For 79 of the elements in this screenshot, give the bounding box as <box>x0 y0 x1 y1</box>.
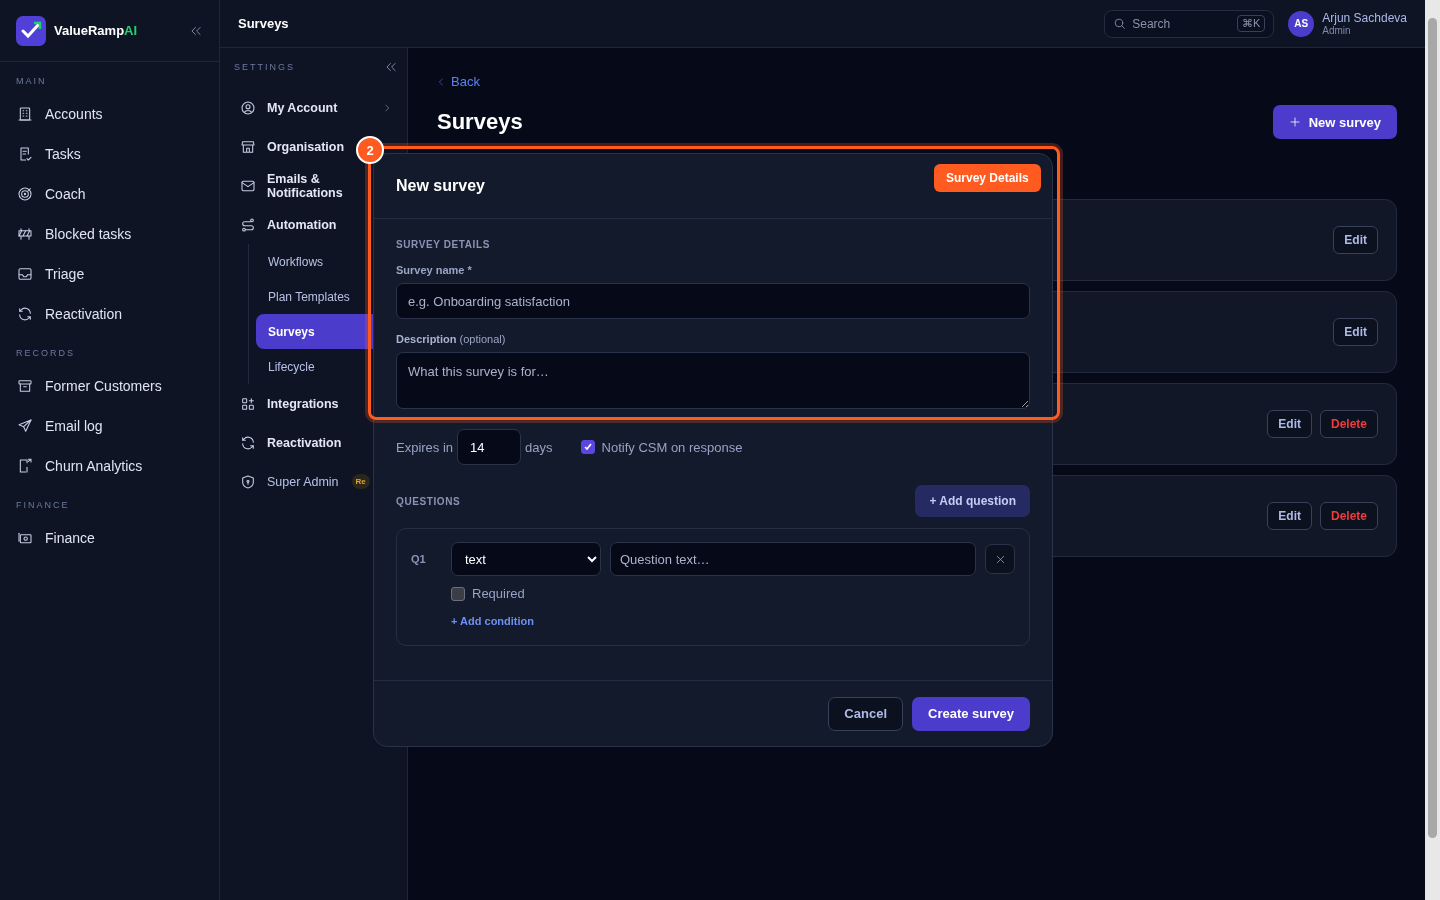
shortcut-key: ⌘K <box>1236 15 1266 32</box>
edit-button[interactable]: Edit <box>1333 226 1378 254</box>
callout-label: Survey Details <box>934 164 1041 192</box>
checkbox-label: Required <box>472 586 525 601</box>
sidebar-item[interactable]: Tasks <box>0 134 219 174</box>
send-icon <box>17 418 33 434</box>
close-icon <box>994 553 1006 565</box>
delete-button[interactable]: Delete <box>1319 502 1378 530</box>
search-icon <box>1113 17 1127 30</box>
input-field[interactable]: e.g. Onboarding satisfaction <box>396 283 1030 319</box>
roadblock-icon <box>17 226 33 242</box>
add-question-button[interactable]: + Add question <box>915 485 1030 517</box>
edit-button[interactable]: Edit <box>1333 318 1378 346</box>
field-label: Expires in <box>396 439 454 455</box>
building-icon <box>17 106 33 122</box>
chevron-left-icon <box>437 77 445 86</box>
apps-plus-icon <box>240 395 256 412</box>
section-label: SURVEY DETAILS <box>396 239 491 250</box>
clipboard-check-icon <box>17 146 33 162</box>
collapse-icon[interactable] <box>384 60 398 74</box>
shield-icon <box>240 473 256 490</box>
create-survey-button[interactable]: Create survey <box>912 696 1030 731</box>
edit-button[interactable]: Edit <box>1267 410 1312 438</box>
user-role: Admin <box>1322 25 1352 36</box>
user-circle-icon <box>240 99 256 116</box>
sidebar-item[interactable]: Finance <box>0 518 219 558</box>
settings-item[interactable]: My Account <box>234 88 398 127</box>
settings-item[interactable]: Integrations <box>234 384 398 423</box>
archive-icon <box>17 378 33 394</box>
sidebar-item[interactable]: Email log <box>0 406 219 446</box>
brand-name: ValueRampAI <box>54 23 139 38</box>
refresh-icon <box>17 306 33 322</box>
checkbox-label: Notify CSM on response <box>601 439 743 455</box>
edit-button[interactable]: Edit <box>1267 502 1312 530</box>
sidebar-item[interactable]: Triage <box>0 254 219 294</box>
scrollbar[interactable] <box>1425 0 1440 900</box>
settings-item[interactable]: Reactivation <box>234 423 398 462</box>
refresh-icon <box>240 434 256 451</box>
sidebar-item[interactable]: Reactivation <box>0 294 219 334</box>
avatar[interactable]: AS <box>1288 10 1315 37</box>
field-label: Survey name * <box>396 264 473 276</box>
user-name: Arjun Sachdeva <box>1322 11 1407 25</box>
sidebar-item[interactable]: Blocked tasks <box>0 214 219 254</box>
door-exit-icon <box>17 458 33 474</box>
plus-icon <box>1288 116 1301 128</box>
badge: Re <box>351 474 370 489</box>
dialog-title: New survey <box>396 177 485 195</box>
text-area[interactable]: What this survey is for… <box>396 352 1030 409</box>
section-label: FINANCE <box>16 500 70 510</box>
inbox-icon <box>17 266 33 282</box>
input-field[interactable]: Question text… <box>610 542 976 576</box>
sidebar-item[interactable]: Former Customers <box>0 366 219 406</box>
page-heading: Surveys <box>437 109 523 135</box>
cancel-button[interactable]: Cancel <box>828 696 903 731</box>
page-title: Surveys <box>238 16 290 31</box>
delete-button[interactable]: Delete <box>1319 410 1378 438</box>
target-icon <box>17 186 33 202</box>
sidebar-item[interactable]: Coach <box>0 174 219 214</box>
settings-item[interactable]: Emails & Notifications <box>234 166 398 205</box>
checkbox[interactable] <box>451 586 465 601</box>
question-number: Q1 <box>411 552 427 567</box>
storefront-icon <box>240 138 256 155</box>
add-condition-link[interactable]: + Add condition <box>451 611 1015 627</box>
logo-icon <box>16 15 46 46</box>
route-icon <box>240 216 256 233</box>
unit-label: days <box>525 439 553 455</box>
section-label: SETTINGS <box>234 62 295 72</box>
number-field[interactable]: 14 <box>457 429 522 465</box>
section-label: MAIN <box>16 76 47 86</box>
cash-icon <box>17 530 33 546</box>
type-dropdown[interactable]: text <box>451 542 601 576</box>
search-field[interactable]: Search ⌘K <box>1104 9 1275 38</box>
section-label: RECORDS <box>16 348 75 358</box>
sidebar-item[interactable]: Churn Analytics <box>0 446 219 486</box>
back-link[interactable]: Back <box>437 74 480 89</box>
section-label: QUESTIONS <box>396 495 461 507</box>
sidebar-item[interactable]: Accounts <box>0 94 219 134</box>
checkbox[interactable] <box>580 440 595 454</box>
new-survey-button[interactable]: New survey <box>1272 105 1397 139</box>
